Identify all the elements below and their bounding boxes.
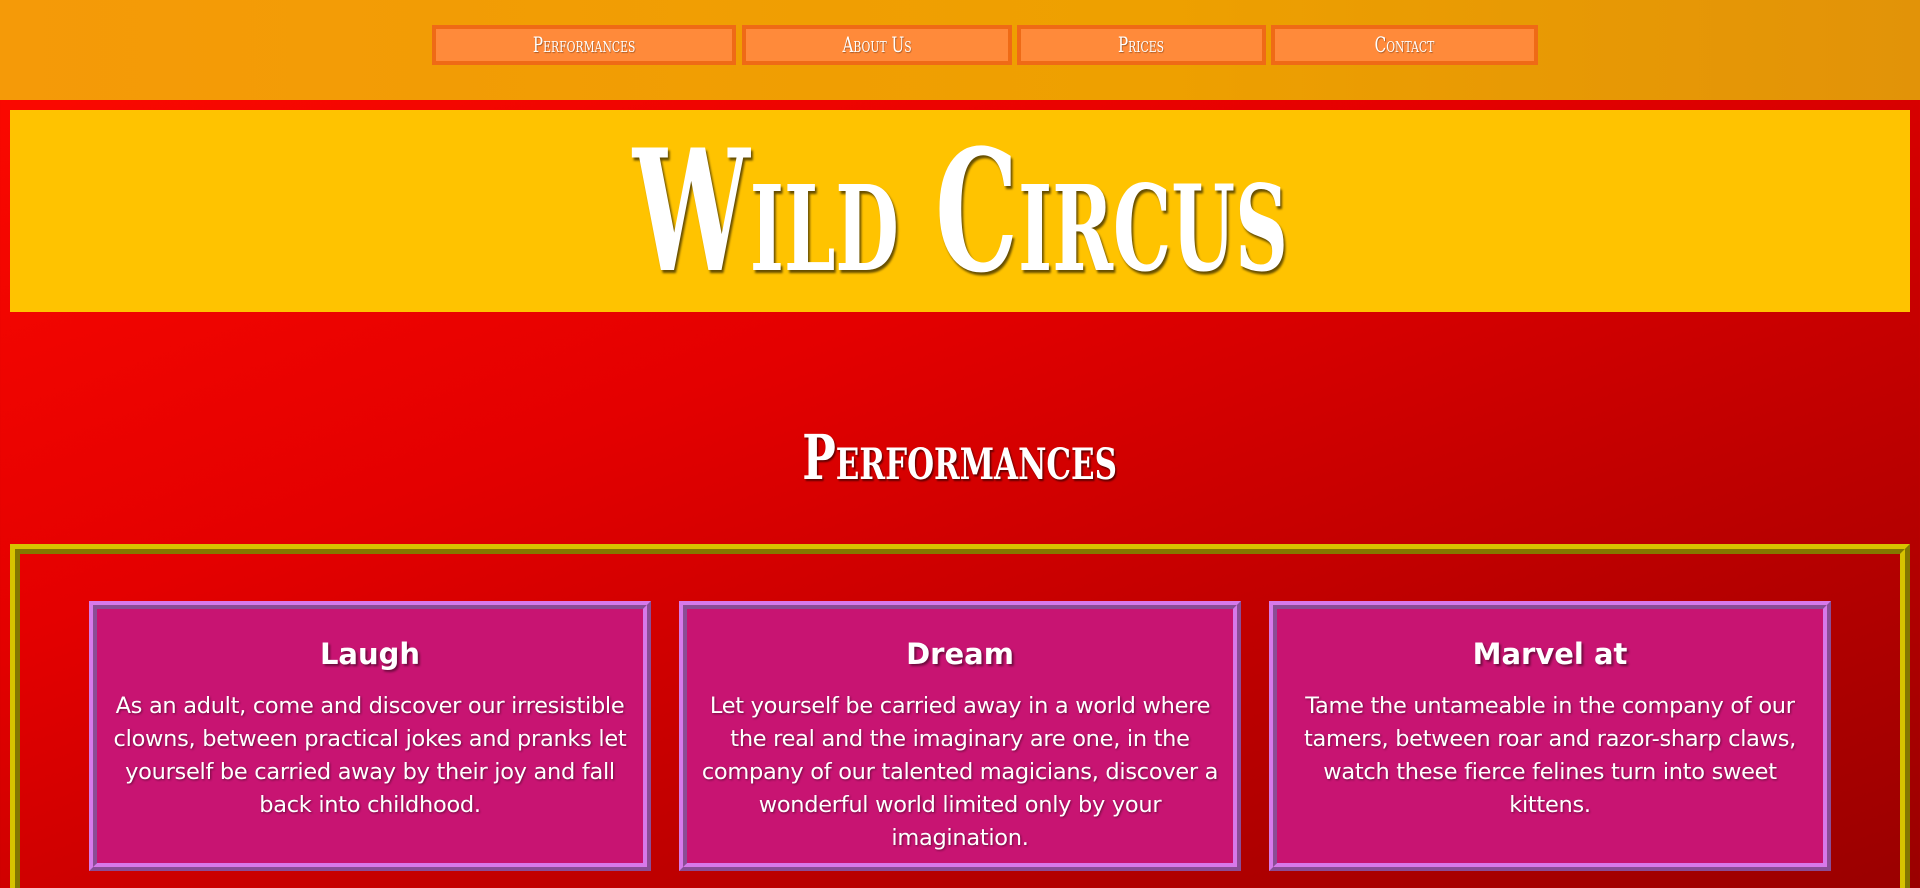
nav-performances-button[interactable]: Performances bbox=[432, 25, 736, 65]
top-navigation-bar: Performances About Us Prices Contact bbox=[0, 0, 1920, 100]
card-description: Tame the untameable in the company of ou… bbox=[1291, 690, 1809, 822]
nav-about-us-button[interactable]: About Us bbox=[742, 25, 1012, 65]
nav-contact-button[interactable]: Contact bbox=[1271, 25, 1538, 65]
nav-contact-label: Contact bbox=[1374, 33, 1435, 57]
nav-prices-button[interactable]: Prices bbox=[1017, 25, 1266, 65]
card-description-text: Tame the untameable in the company of ou… bbox=[1303, 692, 1797, 818]
card-description: Let yourself be carried away in a world … bbox=[701, 690, 1219, 855]
header-banner: Wild Circus bbox=[10, 110, 1910, 312]
card-description: As an adult, come and discover our irres… bbox=[111, 690, 629, 822]
performances-heading-text: Performances bbox=[802, 421, 1118, 494]
nav-performances-label: Performances bbox=[532, 33, 636, 57]
performance-card-dream: Dream Let yourself be carried away in a … bbox=[679, 601, 1241, 871]
site-title: Wild Circus bbox=[632, 112, 1288, 310]
nav-prices-label: Prices bbox=[1118, 33, 1165, 57]
performance-card-laugh: Laugh As an adult, come and discover our… bbox=[89, 601, 651, 871]
card-title: Marvel at bbox=[1472, 637, 1628, 671]
performance-card-marvel: Marvel at Tame the untameable in the com… bbox=[1269, 601, 1831, 871]
card-title: Laugh bbox=[319, 637, 421, 671]
card-description-text: Let yourself be carried away in a world … bbox=[701, 692, 1219, 851]
nav-about-us-label: About Us bbox=[842, 33, 912, 57]
card-title: Dream bbox=[906, 637, 1014, 671]
card-description-text: As an adult, come and discover our irres… bbox=[113, 692, 627, 818]
performances-heading: Performances bbox=[0, 418, 1920, 498]
